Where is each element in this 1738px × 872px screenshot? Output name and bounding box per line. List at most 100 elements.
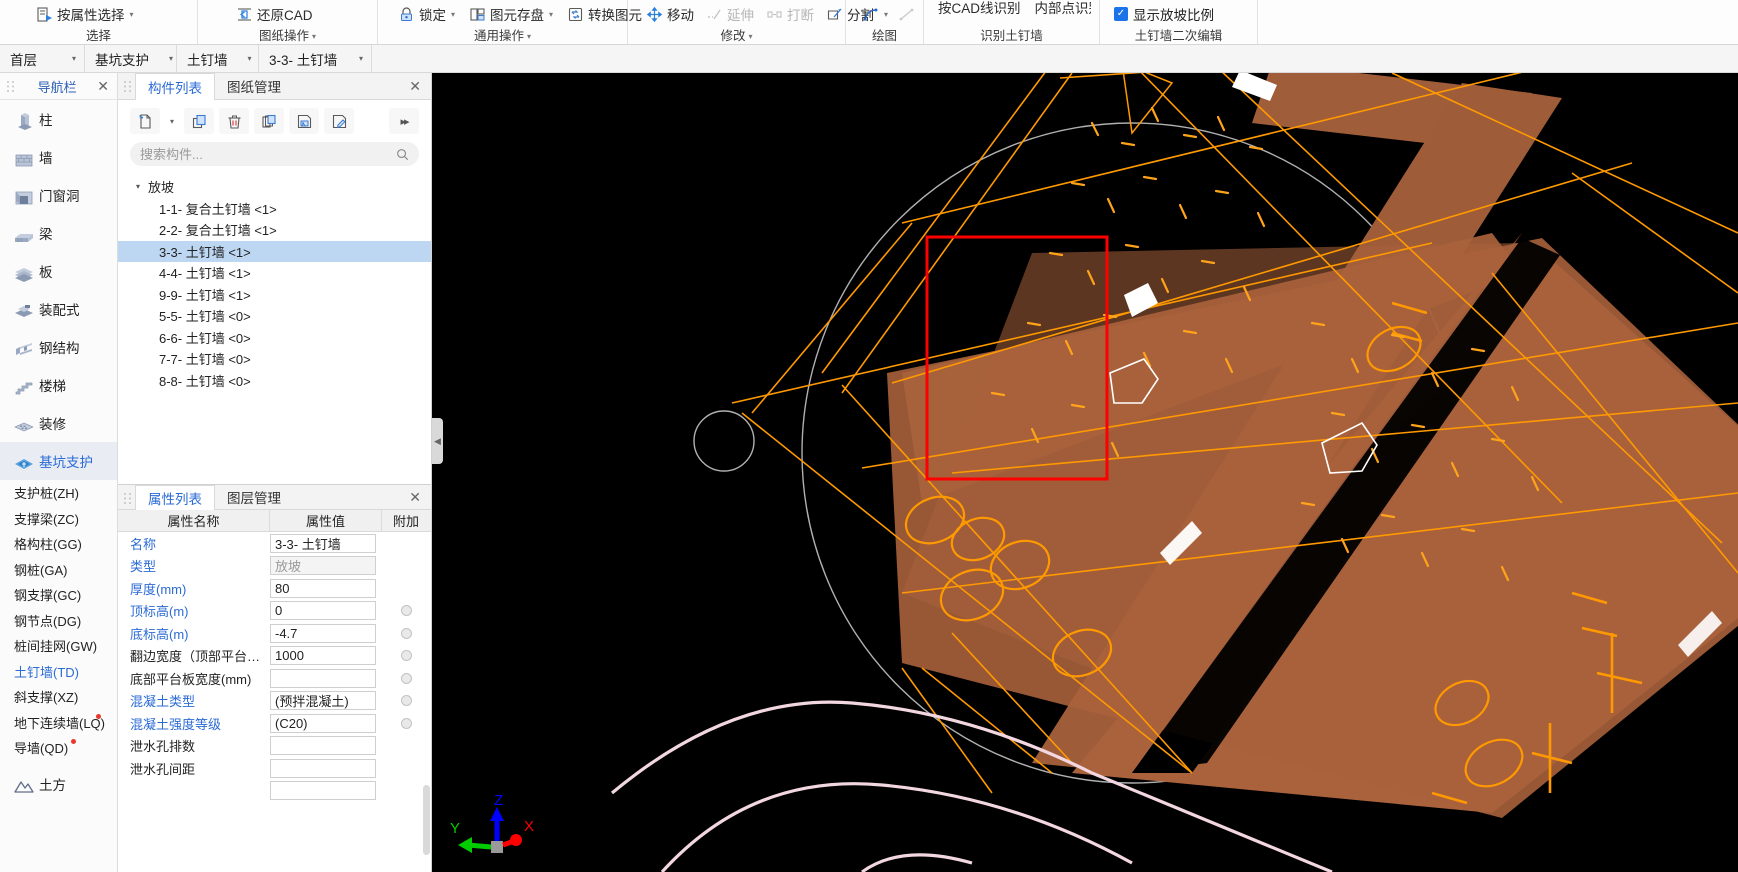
move-button[interactable]: 移动 [644, 3, 696, 25]
search-component-box[interactable] [130, 142, 419, 166]
component-3-3[interactable]: 3-3- 土钉墙 <1> [118, 240, 431, 262]
component-type-selector[interactable]: 土钉墙 ▾ [177, 45, 259, 72]
prop-concrete-type-label: 混凝土类型 [130, 694, 196, 710]
component-6-6[interactable]: 6-6- 土钉墙 <0> [118, 327, 431, 349]
element-save-button[interactable]: 图元存盘 ▾ [467, 3, 555, 25]
draw-line-alt-button[interactable] [896, 5, 917, 24]
chevron-down-icon[interactable]: ▾ [549, 10, 553, 19]
chevron-down-icon[interactable]: ▾ [136, 182, 144, 191]
tab-property-list[interactable]: 属性列表 [135, 485, 215, 510]
identify-by-cad-line-button[interactable]: 按CAD线识别 [936, 0, 1023, 18]
prop-weephole-rows-input[interactable] [270, 736, 376, 756]
prop-extra-input[interactable] [270, 781, 376, 801]
nav-sub-soil-nail-wall[interactable]: 土钉墙(TD) [0, 659, 117, 685]
show-slope-ratio-checkbox[interactable]: ✓ 显示放坡比例 [1114, 4, 1214, 24]
sidebar-item-beam[interactable]: 梁 [0, 214, 117, 252]
save-component-button[interactable] [289, 108, 319, 134]
prop-concrete-type-radio[interactable] [400, 695, 412, 707]
tree-group-slope[interactable]: ▾ 放坡 [118, 176, 431, 198]
prop-concrete-type-row: 混凝土类型 [118, 690, 431, 713]
prop-weephole-rows-row: 泄水孔排数 [118, 735, 431, 758]
extend-button[interactable]: 延伸 [704, 3, 756, 25]
nav-sub-steel-pile[interactable]: 钢桩(GA) [0, 557, 117, 583]
sidebar-item-steel[interactable]: 钢结构 [0, 328, 117, 366]
nav-sub-steel-support[interactable]: 钢支撑(GC) [0, 582, 117, 608]
properties-scrollbar[interactable] [423, 785, 430, 855]
chevron-down-icon[interactable]: ▾ [451, 10, 455, 19]
panel-collapse-handle[interactable]: ◀ [432, 418, 443, 464]
sidebar-item-opening[interactable]: 门窗洞 [0, 176, 117, 214]
prop-flange-width-top-input[interactable] [270, 646, 376, 666]
prop-thickness-input[interactable] [270, 578, 376, 598]
nav-sub-lattice-column[interactable]: 格构柱(GG) [0, 531, 117, 557]
nav-sub-guide-wall[interactable]: 导墙(QD) [0, 735, 117, 761]
select-by-property-button[interactable]: 按属性选择 ▾ [34, 3, 136, 25]
component-4-4[interactable]: 4-4- 土钉墙 <1> [118, 262, 431, 284]
prop-name-input[interactable] [270, 533, 376, 553]
component-8-8[interactable]: 8-8- 土钉墙 <0> [118, 370, 431, 392]
duplicate-component-button[interactable] [254, 108, 284, 134]
drag-grip-icon[interactable] [123, 492, 132, 505]
draw-arc-button[interactable]: ▾ [860, 5, 890, 24]
convert-element-icon [567, 6, 584, 23]
floor-selector[interactable]: 首层 ▾ [0, 45, 85, 72]
chevron-down-icon[interactable]: ▾ [130, 10, 134, 19]
drag-grip-icon[interactable] [6, 80, 15, 93]
prop-flange-width-top-radio[interactable] [400, 650, 412, 662]
close-icon[interactable]: ✕ [95, 79, 111, 93]
nav-sub-diagonal-brace[interactable]: 斜支撑(XZ) [0, 684, 117, 710]
component-2-2[interactable]: 2-2- 复合土钉墙 <1> [118, 219, 431, 241]
prop-bottom-elevation-input[interactable] [270, 623, 376, 643]
header-property-value: 属性值 [270, 510, 382, 531]
sidebar-item-decoration[interactable]: 装修 [0, 404, 117, 442]
sidebar-item-stair[interactable]: 楼梯 [0, 366, 117, 404]
sidebar-item-earthwork[interactable]: 土方 [0, 765, 117, 803]
tab-layer-manage[interactable]: 图层管理 [215, 485, 294, 509]
lock-button[interactable]: 锁定 ▾ [396, 3, 457, 25]
prop-concrete-type-input[interactable] [270, 691, 376, 711]
expand-panel-button[interactable]: ▸▸ [389, 108, 419, 134]
nav-sub-support-pile[interactable]: 支护桩(ZH) [0, 480, 117, 506]
delete-component-button[interactable] [219, 108, 249, 134]
component-1-1[interactable]: 1-1- 复合土钉墙 <1> [118, 198, 431, 220]
prop-concrete-grade-radio[interactable] [400, 717, 412, 729]
tab-drawing-manage[interactable]: 图纸管理 [215, 73, 294, 99]
prop-bottom-platform-width-input[interactable] [270, 668, 376, 688]
category-selector[interactable]: 基坑支护 ▾ [85, 45, 177, 72]
search-component-input[interactable] [140, 146, 396, 162]
prop-top-elevation-radio[interactable] [400, 605, 412, 617]
3d-viewport[interactable]: Z Y X [432, 73, 1738, 872]
chevron-down-icon[interactable]: ▾ [884, 10, 888, 19]
prop-top-elevation-input[interactable] [270, 601, 376, 621]
nav-sub-steel-joint[interactable]: 钢节点(DG) [0, 608, 117, 634]
tab-component-list[interactable]: 构件列表 [135, 73, 215, 100]
sidebar-item-column[interactable]: 柱 [0, 100, 117, 138]
sidebar-item-foundation-pit[interactable]: 基坑支护 [0, 442, 117, 480]
close-icon[interactable]: ✕ [407, 490, 423, 504]
component-7-7[interactable]: 7-7- 土钉墙 <0> [118, 348, 431, 370]
component-9-9[interactable]: 9-9- 土钉墙 <1> [118, 284, 431, 306]
component-selector[interactable]: 3-3- 土钉墙 ▾ [259, 45, 372, 72]
nav-sub-pile-mesh[interactable]: 桩间挂网(GW) [0, 633, 117, 659]
prop-bottom-platform-width-radio[interactable] [400, 672, 412, 684]
break-button[interactable]: 打断 [764, 3, 816, 25]
sidebar-item-wall[interactable]: 墙 [0, 138, 117, 176]
prop-bottom-elevation-radio[interactable] [400, 627, 412, 639]
drag-grip-icon[interactable] [123, 80, 132, 93]
nav-sub-diaphragm-wall[interactable]: 地下连续墙(LQ) [0, 710, 117, 736]
component-5-5[interactable]: 5-5- 土钉墙 <0> [118, 305, 431, 327]
copy-component-button[interactable] [184, 108, 214, 134]
prop-weephole-spacing-input[interactable] [270, 758, 376, 778]
new-component-dropdown[interactable]: ▾ [165, 108, 179, 134]
restore-cad-button[interactable]: 还原CAD [234, 3, 315, 25]
edit-component-button[interactable] [324, 108, 354, 134]
nav-sub-support-beam[interactable]: 支撑梁(ZC) [0, 506, 117, 532]
prop-concrete-grade-input[interactable] [270, 713, 376, 733]
new-component-button[interactable] [130, 108, 160, 134]
close-icon[interactable]: ✕ [407, 79, 423, 93]
sidebar-item-slab[interactable]: 板 [0, 252, 117, 290]
identify-by-inner-point-button[interactable]: 内部点识别 [1033, 0, 1091, 18]
prop-bottom-platform-width-row: 底部平台板宽度(mm) [118, 667, 431, 690]
search-icon[interactable] [396, 148, 409, 161]
sidebar-item-prefab[interactable]: 装配式 [0, 290, 117, 328]
